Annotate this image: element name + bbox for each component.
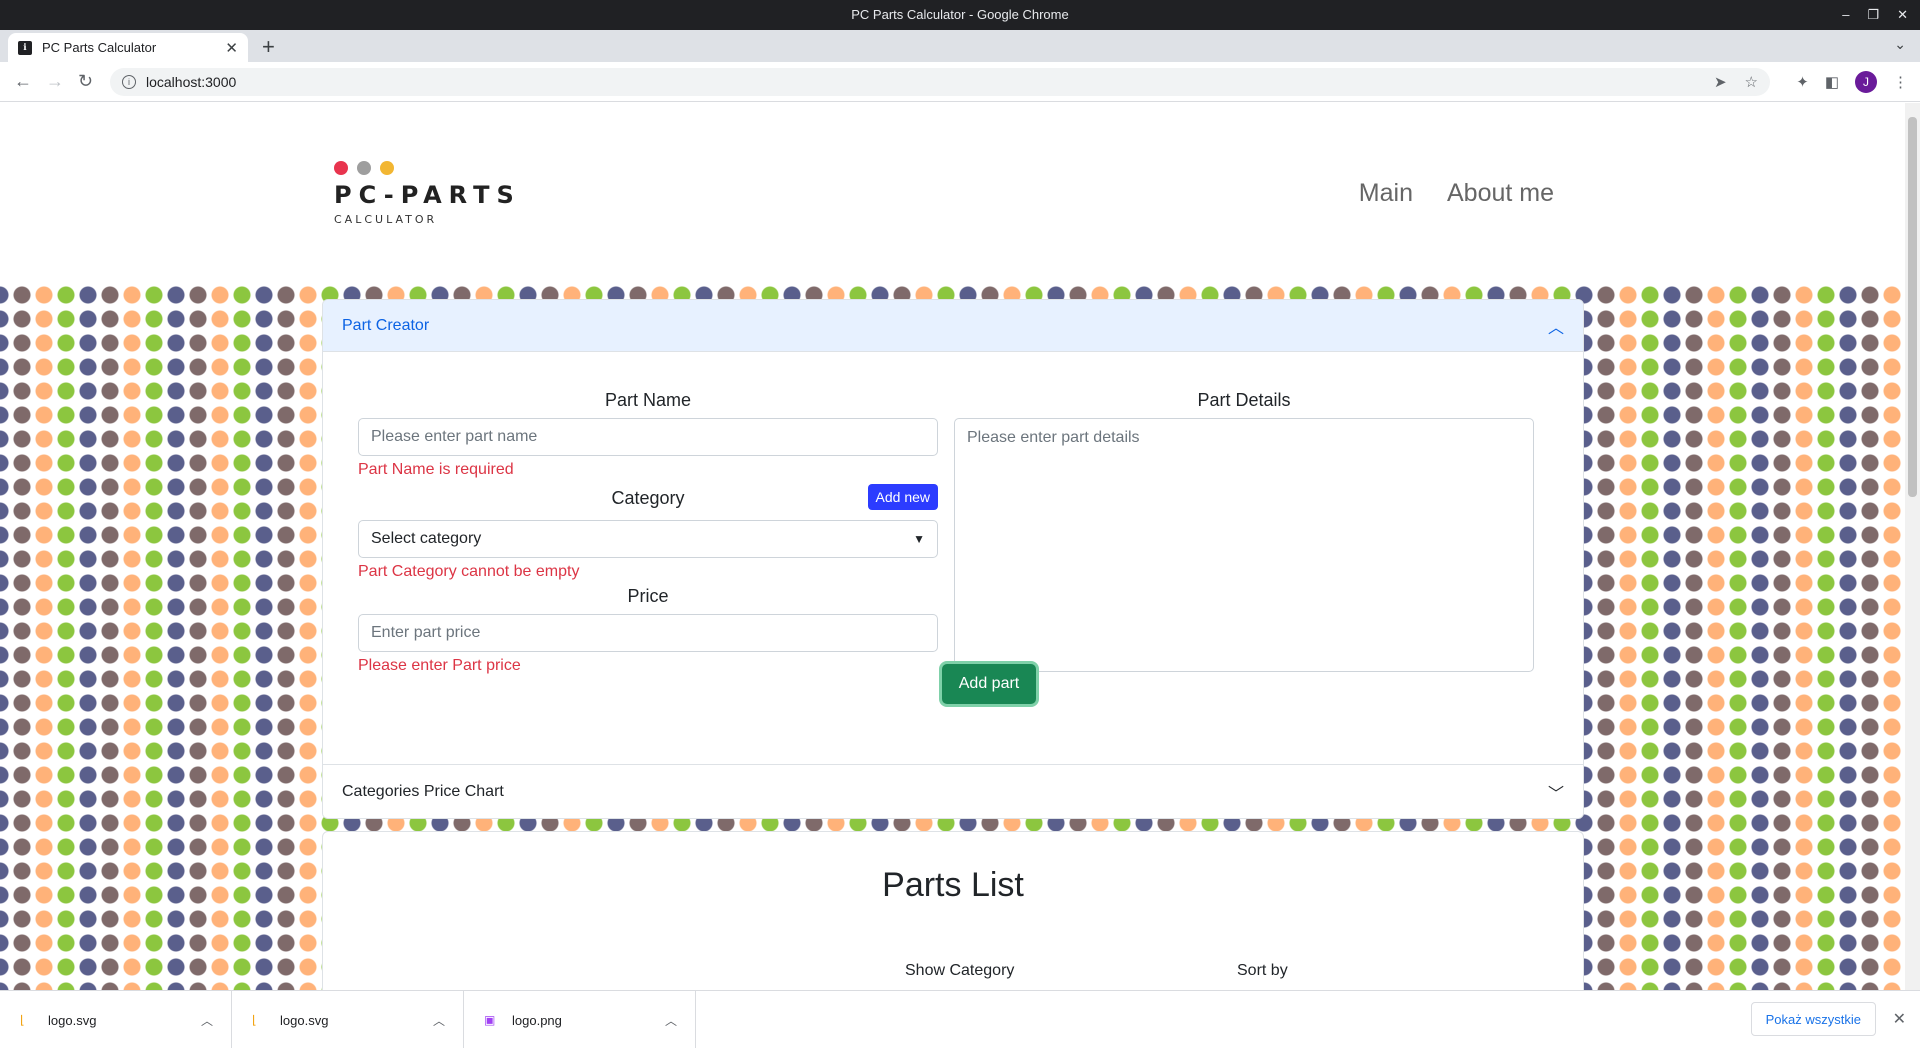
download-item[interactable]: ⌊ logo.svg ︿ bbox=[0, 991, 232, 1048]
form-right-column: Part Details Please enter part details bbox=[954, 390, 1534, 672]
site-info-icon[interactable]: i bbox=[122, 75, 136, 89]
toolbar-icons: ✦ ◧ J ⋮ bbox=[1796, 71, 1908, 93]
sort-by-label: Sort by bbox=[1237, 962, 1288, 979]
back-icon[interactable]: ← bbox=[14, 71, 32, 92]
part-name-input[interactable]: Please enter part name bbox=[358, 418, 938, 456]
category-label-row: Category Add new bbox=[358, 484, 938, 518]
close-window-icon[interactable]: ✕ bbox=[1897, 0, 1908, 30]
part-name-error: Part Name is required bbox=[358, 461, 514, 478]
download-filename: logo.svg bbox=[48, 1012, 97, 1028]
part-details-placeholder: Please enter part details bbox=[967, 429, 1140, 446]
download-item[interactable]: ⌊ logo.svg ︿ bbox=[232, 991, 464, 1048]
add-new-category-button[interactable]: Add new bbox=[867, 484, 938, 510]
add-part-button[interactable]: Add part bbox=[942, 664, 1036, 704]
logo-dot-gray bbox=[357, 161, 371, 175]
page-scrollbar[interactable] bbox=[1905, 103, 1920, 990]
bookmark-star-icon[interactable]: ☆ bbox=[1745, 73, 1758, 91]
svg-file-icon: ⌊ bbox=[252, 1013, 257, 1027]
send-icon[interactable]: ➤ bbox=[1714, 73, 1727, 91]
url-text: localhost:3000 bbox=[146, 74, 237, 90]
category-label: Category bbox=[611, 488, 685, 508]
part-creator-title: Part Creator bbox=[342, 316, 430, 334]
parts-list-card: Parts List Show Category Sort by bbox=[322, 831, 1584, 990]
logo-dot-red bbox=[334, 161, 348, 175]
logo-subtitle: CALCULATOR bbox=[334, 213, 438, 226]
page-viewport: PC-PARTS CALCULATOR Main About me Part C… bbox=[0, 103, 1905, 990]
part-creator-accordion: Part Creator ︿ Part Name Please enter pa… bbox=[322, 299, 1584, 819]
part-details-textarea[interactable]: Please enter part details bbox=[954, 418, 1534, 672]
category-select[interactable]: Select category ▼ bbox=[358, 520, 938, 558]
top-navigation: Main About me bbox=[1359, 179, 1554, 208]
chrome-menu-icon[interactable]: ⋮ bbox=[1893, 73, 1908, 91]
close-tab-icon[interactable]: ✕ bbox=[225, 39, 238, 57]
logo-dot-yellow bbox=[380, 161, 394, 175]
new-tab-icon[interactable]: + bbox=[262, 34, 275, 60]
chevron-up-icon[interactable]: ︿ bbox=[665, 1012, 677, 1029]
price-label: Price bbox=[627, 586, 669, 606]
side-panel-icon[interactable]: ◧ bbox=[1825, 73, 1839, 91]
site-logo[interactable]: PC-PARTS CALCULATOR bbox=[334, 161, 521, 226]
logo-dots bbox=[334, 161, 521, 175]
chevron-up-icon: ︿ bbox=[1547, 319, 1564, 337]
browser-tab[interactable]: ℹ PC Parts Calculator ✕ bbox=[8, 33, 248, 62]
minimize-icon[interactable]: – bbox=[1842, 0, 1849, 30]
forward-icon[interactable]: → bbox=[46, 71, 64, 92]
part-creator-header[interactable]: Part Creator ︿ bbox=[323, 300, 1583, 352]
profile-avatar[interactable]: J bbox=[1855, 71, 1877, 93]
chevron-down-icon: ﹀ bbox=[1547, 785, 1564, 803]
restore-icon[interactable]: ❐ bbox=[1867, 0, 1879, 30]
reload-icon[interactable]: ↻ bbox=[78, 71, 93, 92]
tab-title: PC Parts Calculator bbox=[42, 40, 157, 55]
address-bar[interactable]: i localhost:3000 ➤ ☆ bbox=[110, 68, 1770, 96]
show-all-downloads-button[interactable]: Pokaż wszystkie bbox=[1750, 1002, 1876, 1036]
download-filename: logo.png bbox=[512, 1012, 562, 1028]
scrollbar-thumb[interactable] bbox=[1908, 117, 1917, 497]
chevron-up-icon[interactable]: ︿ bbox=[433, 1012, 445, 1029]
extensions-icon[interactable]: ✦ bbox=[1796, 73, 1809, 91]
window-controls: – ❐ ✕ bbox=[1842, 0, 1908, 30]
price-error: Please enter Part price bbox=[358, 657, 521, 674]
image-file-icon: ▣ bbox=[484, 1013, 496, 1027]
nav-link-main[interactable]: Main bbox=[1359, 179, 1413, 208]
address-toolbar: ← → ↻ i localhost:3000 ➤ ☆ ✦ ◧ J ⋮ bbox=[0, 62, 1920, 102]
parts-list-title: Parts List bbox=[882, 866, 1024, 904]
nav-link-about[interactable]: About me bbox=[1447, 179, 1554, 208]
window-title: PC Parts Calculator - Google Chrome bbox=[851, 7, 1069, 22]
category-select-value: Select category bbox=[371, 530, 482, 547]
part-details-label: Part Details bbox=[1197, 390, 1291, 410]
categories-chart-header[interactable]: Categories Price Chart ﹀ bbox=[323, 764, 1583, 818]
tab-search-icon[interactable]: ⌄ bbox=[1894, 36, 1906, 53]
categories-chart-title: Categories Price Chart bbox=[342, 782, 504, 800]
part-name-placeholder: Please enter part name bbox=[371, 428, 538, 445]
download-item[interactable]: ▣ logo.png ︿ bbox=[464, 991, 696, 1048]
close-shelf-icon[interactable]: ✕ bbox=[1893, 1009, 1906, 1029]
chevron-down-icon: ▼ bbox=[913, 532, 925, 546]
site-header: PC-PARTS CALCULATOR Main About me bbox=[0, 103, 1905, 283]
show-category-label: Show Category bbox=[905, 962, 1015, 979]
category-error: Part Category cannot be empty bbox=[358, 563, 580, 580]
price-input[interactable]: Enter part price bbox=[358, 614, 938, 652]
price-placeholder: Enter part price bbox=[371, 624, 481, 641]
part-name-label: Part Name bbox=[604, 390, 692, 410]
chevron-up-icon[interactable]: ︿ bbox=[201, 1012, 213, 1029]
form-left-column: Part Name Please enter part name Part Na… bbox=[358, 390, 938, 678]
download-filename: logo.svg bbox=[280, 1012, 329, 1028]
svg-file-icon: ⌊ bbox=[20, 1013, 25, 1027]
logo-name: PC-PARTS bbox=[334, 181, 521, 209]
tab-strip: ℹ PC Parts Calculator ✕ + ⌄ bbox=[0, 30, 1920, 62]
window-titlebar: PC Parts Calculator - Google Chrome – ❐ … bbox=[0, 0, 1920, 30]
favicon-icon: ℹ bbox=[18, 40, 32, 55]
download-shelf: ⌊ logo.svg ︿ ⌊ logo.svg ︿ ▣ logo.png ︿ P… bbox=[0, 990, 1920, 1048]
